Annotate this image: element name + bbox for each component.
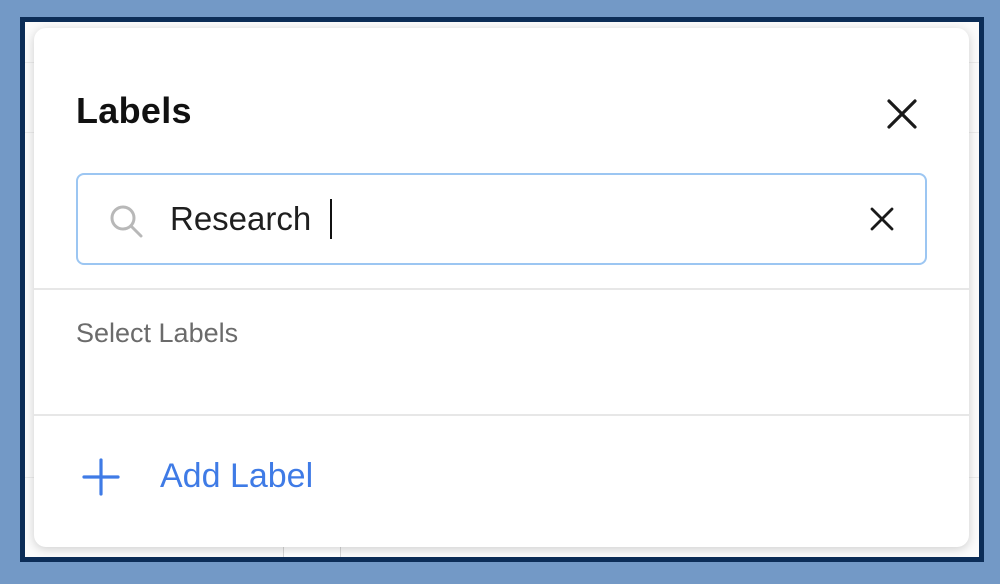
clear-search-button[interactable] (864, 199, 900, 239)
close-icon (887, 99, 917, 129)
screenshot-frame: Labels Select Labels (20, 17, 984, 562)
dialog-title: Labels (76, 90, 192, 131)
labels-dialog: Labels Select Labels (34, 28, 969, 547)
close-button[interactable] (880, 92, 924, 136)
search-input[interactable] (170, 193, 850, 245)
search-field[interactable] (76, 173, 927, 265)
plus-icon (82, 458, 120, 496)
clear-icon (870, 207, 894, 231)
divider (34, 288, 969, 290)
search-icon (110, 205, 143, 238)
select-labels-heading: Select Labels (76, 318, 239, 348)
add-label-text: Add Label (160, 457, 314, 495)
text-cursor (330, 199, 332, 239)
divider (34, 414, 969, 416)
add-label-button[interactable]: Add Label (76, 448, 376, 508)
